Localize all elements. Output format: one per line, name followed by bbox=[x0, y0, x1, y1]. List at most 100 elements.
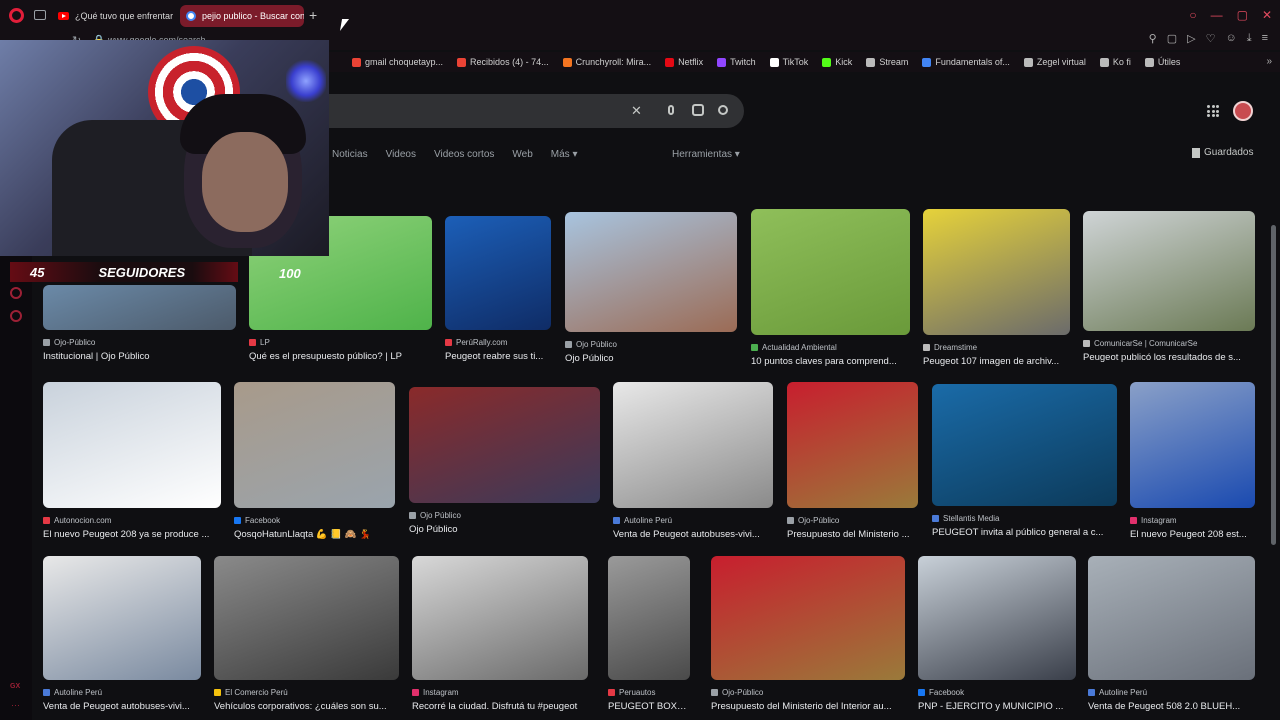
result-thumbnail[interactable] bbox=[711, 556, 905, 680]
filter-tab[interactable]: Web bbox=[512, 149, 532, 160]
image-result[interactable]: Peruautos PEUGEOT BOXE... bbox=[608, 556, 690, 712]
bookmark-item[interactable]: Ko fi bbox=[1099, 57, 1131, 67]
result-thumbnail[interactable] bbox=[565, 212, 737, 332]
result-source[interactable]: Actualidad Ambiental bbox=[751, 343, 910, 352]
saved-button[interactable]: Guardados bbox=[1192, 147, 1253, 158]
opera-gx-logo-icon[interactable] bbox=[9, 8, 24, 23]
account-icon[interactable]: ☺ bbox=[1225, 32, 1236, 45]
result-thumbnail[interactable] bbox=[918, 556, 1076, 680]
bookmark-item[interactable]: Fundamentals of... bbox=[922, 57, 1010, 67]
result-thumbnail[interactable] bbox=[43, 285, 236, 330]
result-title[interactable]: QosqoHatunLlaqta 💪 📒 🙈 💃 bbox=[234, 529, 395, 540]
image-result[interactable]: Stellantis Media PEUGEOT invita al públic… bbox=[932, 384, 1117, 538]
sidebar-more-icon[interactable]: ··· bbox=[11, 700, 20, 710]
result-source[interactable]: Stellantis Media bbox=[932, 514, 1117, 523]
result-title[interactable]: Institucional | Ojo Público bbox=[43, 351, 236, 362]
result-title[interactable]: Ojo Público bbox=[565, 353, 737, 364]
image-result[interactable]: Ojo Público Ojo Público bbox=[565, 212, 737, 364]
sidebar-settings-icon[interactable] bbox=[10, 310, 22, 322]
result-thumbnail[interactable] bbox=[412, 556, 588, 680]
result-source[interactable]: PerúRally.com bbox=[445, 338, 551, 347]
google-lens-icon[interactable] bbox=[692, 104, 704, 116]
result-title[interactable]: Presupuesto del Ministerio del Interior … bbox=[711, 701, 905, 712]
result-source[interactable]: ComunicarSe | ComunicarSe bbox=[1083, 339, 1255, 348]
result-source[interactable]: Ojo-Público bbox=[43, 338, 236, 347]
result-thumbnail[interactable] bbox=[445, 216, 551, 330]
result-title[interactable]: Qué es el presupuesto público? | LP bbox=[249, 351, 432, 362]
bookmark-item[interactable]: Zegel virtual bbox=[1023, 57, 1086, 67]
image-result[interactable]: El Comercio Perú Vehículos corporativos: … bbox=[214, 556, 399, 712]
image-result[interactable]: Autoline Perú Venta de Peugeot autobuses-… bbox=[43, 556, 201, 712]
result-title[interactable]: Peugeot 107 imagen de archiv... bbox=[923, 356, 1070, 367]
result-thumbnail[interactable] bbox=[1130, 382, 1255, 508]
maximize-icon[interactable]: ▢ bbox=[1237, 8, 1248, 22]
image-result[interactable]: Instagram Recorré la ciudad. Disfrutá tu … bbox=[412, 556, 588, 712]
result-title[interactable]: Recorré la ciudad. Disfrutá tu #peugeot bbox=[412, 701, 588, 712]
result-thumbnail[interactable] bbox=[1083, 211, 1255, 331]
result-source[interactable]: Autoline Perú bbox=[1088, 688, 1255, 697]
result-source[interactable]: Autoline Perú bbox=[613, 516, 773, 525]
result-title[interactable]: Peugeot publicó los resultados de s... bbox=[1083, 352, 1255, 363]
search-tabs-icon[interactable]: ○ bbox=[1189, 8, 1196, 22]
search-input[interactable]: ✕ bbox=[300, 94, 744, 128]
bookmark-item[interactable]: Recibidos (4) - 74... bbox=[457, 57, 549, 67]
result-thumbnail[interactable] bbox=[932, 384, 1117, 506]
bookmark-item[interactable]: Crunchyroll: Mira... bbox=[562, 57, 651, 67]
search-icon[interactable] bbox=[718, 105, 728, 115]
result-source[interactable]: Instagram bbox=[1130, 516, 1255, 525]
bookmark-item[interactable]: Stream bbox=[866, 57, 908, 67]
filter-tab[interactable]: Noticias bbox=[332, 149, 368, 160]
result-source[interactable]: Ojo Público bbox=[565, 340, 737, 349]
result-title[interactable]: PEUGEOT invita al público general a c... bbox=[932, 527, 1117, 538]
image-result[interactable]: Autoline Perú Venta de Peugeot 508 2.0 BL… bbox=[1088, 556, 1255, 712]
send-icon[interactable]: ▷ bbox=[1187, 32, 1195, 45]
close-icon[interactable]: ✕ bbox=[631, 103, 642, 119]
result-title[interactable]: Venta de Peugeot autobuses-vivi... bbox=[43, 701, 201, 712]
result-source[interactable]: LP bbox=[249, 338, 432, 347]
avatar[interactable] bbox=[1233, 101, 1253, 121]
image-result[interactable]: Dreamstime Peugeot 107 imagen de archiv..… bbox=[923, 209, 1070, 367]
tools-dropdown[interactable]: Herramientas ▾ bbox=[672, 149, 740, 160]
result-thumbnail[interactable] bbox=[751, 209, 910, 335]
result-source[interactable]: Dreamstime bbox=[923, 343, 1070, 352]
bookmark-item[interactable]: Netflix bbox=[665, 57, 703, 67]
image-result[interactable]: Ojo Público Ojo Público bbox=[409, 387, 600, 535]
result-source[interactable]: Peruautos bbox=[608, 688, 690, 697]
sidebar-messenger-icon[interactable] bbox=[10, 287, 22, 299]
image-result[interactable]: Facebook PNP - EJERCITO y MUNICIPIO ... bbox=[918, 556, 1076, 712]
result-thumbnail[interactable] bbox=[608, 556, 690, 680]
image-result[interactable]: PerúRally.com Peugeot reabre sus ti... bbox=[445, 216, 551, 362]
result-thumbnail[interactable] bbox=[214, 556, 399, 680]
tab-islands-icon[interactable] bbox=[34, 10, 46, 20]
result-source[interactable]: Ojo-Público bbox=[787, 516, 918, 525]
result-thumbnail[interactable] bbox=[1088, 556, 1255, 680]
result-source[interactable]: Facebook bbox=[234, 516, 395, 525]
result-source[interactable]: El Comercio Perú bbox=[214, 688, 399, 697]
result-thumbnail[interactable] bbox=[923, 209, 1070, 335]
download-icon[interactable]: ⤓ bbox=[1247, 32, 1252, 45]
result-source[interactable]: Autoline Perú bbox=[43, 688, 201, 697]
bookmark-item[interactable]: Útiles bbox=[1144, 57, 1180, 67]
result-source[interactable]: Autonocion.com bbox=[43, 516, 221, 525]
result-source[interactable]: Facebook bbox=[918, 688, 1076, 697]
result-title[interactable]: El nuevo Peugeot 208 est... bbox=[1130, 529, 1255, 540]
bookmarks-overflow-icon[interactable]: » bbox=[1266, 56, 1272, 67]
pin-icon[interactable]: ⚲ bbox=[1149, 32, 1157, 45]
result-title[interactable]: Peugeot reabre sus ti... bbox=[445, 351, 551, 362]
image-result[interactable]: Instagram El nuevo Peugeot 208 est... bbox=[1130, 382, 1255, 540]
filter-tab[interactable]: Más ▾ bbox=[551, 149, 578, 160]
heart-icon[interactable]: ♡ bbox=[1206, 32, 1216, 45]
image-result[interactable]: Ojo-Público Institucional | Ojo Público bbox=[43, 285, 236, 362]
image-result[interactable]: Facebook QosqoHatunLlaqta 💪 📒 🙈 💃 bbox=[234, 382, 395, 540]
result-source[interactable]: Ojo-Público bbox=[711, 688, 905, 697]
result-thumbnail[interactable] bbox=[234, 382, 395, 508]
image-result[interactable]: Actualidad Ambiental 10 puntos claves par… bbox=[751, 209, 910, 367]
scrollbar[interactable] bbox=[1271, 225, 1276, 545]
image-result[interactable]: ComunicarSe | ComunicarSe Peugeot publicó… bbox=[1083, 211, 1255, 363]
bookmark-item[interactable]: gmail choquetayp... bbox=[352, 57, 443, 67]
google-apps-icon[interactable] bbox=[1207, 105, 1219, 117]
settings-menu-icon[interactable]: ≡ bbox=[1262, 32, 1268, 45]
microphone-icon[interactable] bbox=[668, 105, 674, 115]
bookmark-item[interactable]: Twitch bbox=[717, 57, 756, 67]
bookmark-item[interactable]: Kick bbox=[822, 57, 852, 67]
